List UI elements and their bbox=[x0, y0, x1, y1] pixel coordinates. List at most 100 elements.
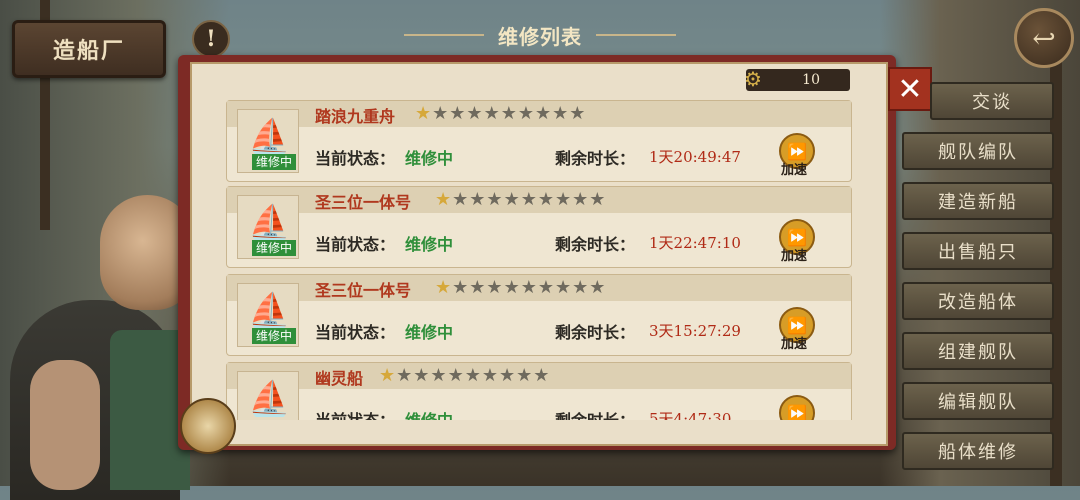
star-empty-icon: ★ bbox=[537, 277, 555, 298]
status-value: 维修中 bbox=[405, 235, 454, 254]
ship-thumbnail[interactable]: ⛵ 维修中 bbox=[237, 195, 299, 259]
close-button[interactable]: ✕ bbox=[888, 67, 932, 111]
status-value: 维修中 bbox=[405, 149, 454, 168]
star-empty-icon: ★ bbox=[413, 365, 431, 386]
star-empty-icon: ★ bbox=[503, 277, 521, 298]
speedup-button[interactable]: ⏩ bbox=[777, 395, 817, 420]
time-label: 剩余时长： bbox=[555, 407, 635, 420]
menu-button[interactable]: 船体维修 bbox=[902, 432, 1054, 470]
status-label: 当前状态： bbox=[315, 407, 395, 420]
ghost-ship-icon: ⛵ bbox=[248, 379, 291, 419]
status-label: 当前状态： bbox=[315, 323, 396, 342]
star-empty-icon: ★ bbox=[486, 189, 504, 210]
resource-counter: ⚙ 10 bbox=[744, 67, 850, 91]
fast-forward-icon: ⏩ bbox=[779, 395, 815, 420]
star-empty-icon: ★ bbox=[569, 103, 587, 124]
star-empty-icon: ★ bbox=[481, 365, 499, 386]
status-value: 维修中 bbox=[405, 323, 454, 342]
time-remaining: 5天4:47:30 bbox=[649, 410, 732, 420]
star-empty-icon: ★ bbox=[447, 365, 465, 386]
speedup-button[interactable]: ⏩ 加速 bbox=[777, 307, 817, 352]
ship-thumbnail[interactable]: ⛵ bbox=[237, 371, 299, 420]
status-label: 当前状态： bbox=[315, 149, 396, 168]
speedup-button[interactable]: ⏩ 加速 bbox=[777, 219, 817, 264]
resource-value: 10 bbox=[802, 72, 820, 88]
star-filled-icon: ★ bbox=[435, 277, 453, 298]
ship-thumbnail[interactable]: ⛵ 维修中 bbox=[237, 109, 299, 173]
star-filled-icon: ★ bbox=[435, 189, 453, 210]
star-empty-icon: ★ bbox=[517, 103, 535, 124]
star-empty-icon: ★ bbox=[396, 365, 414, 386]
menu-button[interactable]: 出售船只 bbox=[902, 232, 1054, 270]
compass-icon bbox=[180, 398, 236, 454]
star-rating: ★★★★★★★★★★ bbox=[415, 103, 586, 124]
star-empty-icon: ★ bbox=[498, 365, 517, 386]
star-empty-icon: ★ bbox=[432, 103, 450, 124]
star-empty-icon: ★ bbox=[469, 189, 487, 210]
ship-name: 圣三位一体号 bbox=[315, 281, 412, 300]
shipyard-title: 造船厂 bbox=[52, 38, 125, 64]
title-divider-left bbox=[404, 34, 484, 36]
star-empty-icon: ★ bbox=[534, 103, 553, 124]
mast-right bbox=[1050, 60, 1062, 486]
star-empty-icon: ★ bbox=[464, 365, 482, 386]
shipyard-sign: 造船厂 bbox=[12, 20, 166, 78]
menu-button[interactable]: 组建舰队 bbox=[902, 332, 1054, 370]
ship-name: 幽灵船 bbox=[315, 369, 364, 388]
time-label: 剩余时长： bbox=[555, 149, 636, 168]
speedup-label: 加速 bbox=[781, 249, 808, 264]
star-empty-icon: ★ bbox=[503, 189, 521, 210]
gear-icon: ⚙ bbox=[744, 67, 762, 91]
status-value: 维修中 bbox=[405, 407, 453, 420]
ship-name: 踏浪九重舟 bbox=[315, 107, 396, 126]
star-empty-icon: ★ bbox=[516, 365, 534, 386]
time-remaining: 1天22:47:10 bbox=[649, 234, 741, 252]
speedup-button[interactable]: ⏩ 加速 bbox=[777, 133, 817, 178]
menu-button[interactable]: 改造船体 bbox=[902, 282, 1054, 320]
menu-button[interactable]: 交谈 bbox=[930, 82, 1054, 120]
star-empty-icon: ★ bbox=[469, 277, 487, 298]
star-empty-icon: ★ bbox=[449, 103, 467, 124]
warning-icon[interactable]: ! bbox=[192, 20, 230, 58]
ship-name: 圣三位一体号 bbox=[315, 193, 412, 212]
speedup-label: 加速 bbox=[781, 163, 808, 178]
star-empty-icon: ★ bbox=[452, 189, 470, 210]
star-empty-icon: ★ bbox=[500, 103, 518, 124]
menu-button[interactable]: 建造新船 bbox=[902, 182, 1054, 220]
repairing-badge: 维修中 bbox=[252, 154, 296, 170]
star-rating: ★★★★★★★★★★ bbox=[435, 277, 606, 298]
star-empty-icon: ★ bbox=[483, 103, 501, 124]
star-empty-icon: ★ bbox=[554, 277, 573, 298]
status-label: 当前状态： bbox=[315, 235, 396, 254]
shipwright-arm bbox=[30, 360, 100, 490]
menu-button[interactable]: 编辑舰队 bbox=[902, 382, 1054, 420]
repairing-badge: 维修中 bbox=[252, 240, 296, 256]
star-empty-icon: ★ bbox=[589, 277, 607, 298]
time-remaining: 3天15:27:29 bbox=[649, 322, 741, 340]
time-label: 剩余时长： bbox=[555, 323, 636, 342]
time-remaining: 1天20:49:47 bbox=[649, 148, 741, 166]
star-empty-icon: ★ bbox=[520, 277, 538, 298]
ship-row[interactable]: ⛵ 维修中 圣三位一体号 ★★★★★★★★★★ 当前状态： 维修中 剩余时长： 3天15:27… bbox=[226, 274, 852, 356]
star-empty-icon: ★ bbox=[552, 103, 570, 124]
ship-row[interactable]: ⛵ 维修中 踏浪九重舟 ★★★★★★★★★★ 当前状态： 维修中 剩余时长： 1天20:49:… bbox=[226, 100, 852, 182]
ship-thumbnail[interactable]: ⛵ 维修中 bbox=[237, 283, 299, 347]
repair-list[interactable]: ⛵ 维修中 踏浪九重舟 ★★★★★★★★★★ 当前状态： 维修中 剩余时长： 1天20:49:… bbox=[226, 100, 852, 420]
panel-title-bar: 维修列表 bbox=[380, 18, 700, 52]
star-empty-icon: ★ bbox=[589, 189, 607, 210]
star-rating: ★★★★★★★★★★ bbox=[379, 365, 550, 386]
panel-title: 维修列表 bbox=[498, 24, 582, 49]
time-label: 剩余时长： bbox=[555, 235, 636, 254]
ship-row[interactable]: ⛵ 幽灵船 ★★★★★★★★★★ 当前状态： 维修中 剩余时长： 5天4:47:30 ⏩ bbox=[226, 362, 852, 420]
star-filled-icon: ★ bbox=[415, 103, 433, 124]
speedup-label: 加速 bbox=[781, 337, 808, 352]
repairing-badge: 维修中 bbox=[252, 328, 296, 344]
star-empty-icon: ★ bbox=[466, 103, 484, 124]
menu-button[interactable]: 舰队编队 bbox=[902, 132, 1054, 170]
back-button[interactable]: ↩ bbox=[1014, 8, 1074, 68]
star-empty-icon: ★ bbox=[572, 277, 590, 298]
ship-row[interactable]: ⛵ 维修中 圣三位一体号 ★★★★★★★★★★ 当前状态： 维修中 剩余时长： 1天22:47… bbox=[226, 186, 852, 268]
star-empty-icon: ★ bbox=[554, 189, 573, 210]
star-empty-icon: ★ bbox=[533, 365, 551, 386]
title-divider-right bbox=[596, 34, 676, 36]
